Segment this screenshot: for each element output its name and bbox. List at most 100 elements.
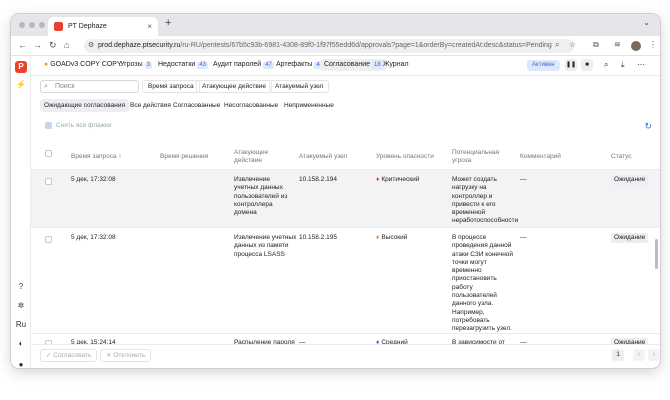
scrollbar[interactable] [655,239,658,269]
filter-toolbar: ⌕ Поиск Время запроса Атакующее действие… [31,76,660,116]
back-icon[interactable]: ← [18,40,27,50]
row-action: Извлечение учетных данных из памяти проц… [234,234,297,258]
sort-up-icon: ↑ [118,153,122,160]
extensions-icon[interactable]: ⧉ [593,40,599,50]
stop-button[interactable]: ■ [581,59,593,71]
select-all-checkbox[interactable] [45,122,52,129]
table-header: Время запроса ↑ Время решения Атакующее … [31,136,660,170]
severity-flame-icon: ♦ [376,234,380,241]
row-checkbox[interactable] [45,178,52,185]
action-footer: ✓ Согласовать ✕ Отклонить 1 ‹ › [31,344,660,366]
row-severity: ♦ Критический [376,176,420,183]
row-node: 10.158.2.194 [299,176,337,183]
col-action: Атакующее действие [234,149,269,164]
select-all-label[interactable]: Снять все флажки [56,116,111,136]
tab-approvals[interactable]: Согласование 18 [320,59,387,71]
row-checkbox[interactable] [45,236,52,243]
status-badge: Активен [527,60,560,71]
address-bar-row: ← → ↻ ⌂ ⚙ prod.dephaze.ptsecurity.ru/ru-… [11,36,660,56]
search-icon[interactable]: ⌕ [604,60,608,70]
favicon-icon [54,22,63,31]
page-number[interactable]: 1 [612,349,624,361]
filter-request-time[interactable]: Время запроса [142,80,200,93]
tab-threats[interactable]: Угрозы 3 [120,61,152,69]
status-tab-approved[interactable]: Согласованные [173,99,220,112]
download-icon[interactable]: ⤓ [621,60,625,70]
minimize-window-dot[interactable] [29,22,35,28]
tab-bar: PT Dephaze × + ⌄ [11,14,660,36]
severity-flame-icon: ♦ [376,176,380,183]
row-request-time: 5 дек, 17:32:08 [71,234,116,241]
browser-tab[interactable]: PT Dephaze × [48,17,158,36]
maximize-window-dot[interactable] [39,22,45,28]
row-severity: ♦ Высокий [376,234,408,241]
zoom-icon[interactable]: ⌕ [555,40,559,50]
row-status: Ожидание [611,233,649,243]
cast-icon[interactable]: ≋ [614,40,621,49]
close-window-dot[interactable] [19,22,25,28]
pause-button[interactable]: ❚❚ [565,59,577,71]
search-input[interactable]: ⌕ Поиск [40,80,139,93]
row-comment: — [520,234,527,241]
prev-page-icon[interactable]: ‹ [633,349,645,361]
row-threat: В процессе проведения данной атаки СЗИ к… [452,234,514,333]
header-checkbox[interactable] [45,150,52,157]
attack-icon[interactable]: ⚡ [11,80,31,89]
filter-attack-action[interactable]: Атакующее действие [196,80,273,93]
table-row[interactable]: 5 дек, 17:32:08 Извлечение учетных данны… [31,228,660,334]
site-info-icon[interactable]: ⚙ [88,39,94,53]
status-tab-all[interactable]: Все действия [130,99,171,112]
chevron-down-icon[interactable]: ⌄ [643,18,650,27]
url-field[interactable]: ⚙ prod.dephaze.ptsecurity.ru/ru-RU/pente… [84,39,574,53]
search-icon: ⌕ [44,83,48,90]
tab-artifacts[interactable]: Артефакты 4 [276,61,322,69]
url-host: prod.dephaze.ptsecurity.ru [98,42,181,49]
col-decision-time[interactable]: Время решения [160,153,208,161]
table-row[interactable]: 5 дек, 17:32:08 Извлечение учетных данны… [31,170,660,228]
search-placeholder: Поиск [55,83,75,90]
language-switch[interactable]: Ru [11,320,31,329]
select-all-row: Снять все флажки ↻ [31,116,660,136]
next-page-icon[interactable]: › [648,349,660,361]
status-tab-unapplied[interactable]: Непримененные [284,99,334,112]
row-status: Ожидание [611,175,649,185]
filter-attacked-node[interactable]: Атакуемый узел [269,80,330,93]
profile-avatar[interactable] [631,41,641,51]
tab-title: PT Dephaze [68,23,107,30]
bookmark-star-icon[interactable]: ☆ [569,40,576,49]
status-tab-pending[interactable]: Ожидающие согласования [40,99,129,112]
url-path: /ru-RU/pentests/67b5c93b-6981-4308-89f0-… [180,42,552,49]
refresh-icon[interactable]: ↻ [644,116,652,136]
app-sidebar: P ⚡ ? ✲ Ru ◐ ● [11,56,31,368]
row-action: Извлечение учетных данных пользователей … [234,176,288,217]
project-nav: ● GOADv3 COPY COPY Угрозы 3 Недостатки 43 … [31,56,660,76]
forward-icon[interactable]: → [33,40,42,50]
home-icon[interactable]: ⌂ [64,40,69,50]
col-request-time[interactable]: Время запроса ↑ [71,153,122,161]
status-tab-rejected[interactable]: Несогласованные [224,99,278,112]
app-logo[interactable]: P [15,61,27,73]
tab-weaknesses[interactable]: Недостатки 43 [158,61,209,69]
browser-menu-icon[interactable]: ⋮ [649,40,657,49]
browser-window: PT Dephaze × + ⌄ ← → ↻ ⌂ ⚙ prod.dephaze.… [11,14,660,368]
user-icon[interactable]: ● [11,360,31,368]
theme-icon[interactable]: ◐ [11,339,31,348]
reload-icon[interactable]: ↻ [49,40,57,51]
help-icon[interactable]: ? [11,282,31,291]
approve-button[interactable]: ✓ Согласовать [40,349,98,362]
row-threat: Может создать нагрузку на контроллер и п… [452,176,519,225]
col-comment: Комментарий [520,153,561,160]
close-tab-icon[interactable]: × [147,17,152,36]
project-title[interactable]: ● GOADv3 COPY COPY [44,61,122,68]
tab-password-audit[interactable]: Аудит паролей 47 [213,61,274,69]
col-severity: Уровень опасности [376,153,434,160]
more-icon[interactable]: ⋯ [637,60,645,69]
row-request-time: 5 дек, 17:32:08 [71,176,116,183]
settings-icon[interactable]: ✲ [11,301,31,310]
row-node: 10.158.2.195 [299,234,337,241]
row-comment: — [520,176,527,183]
col-node: Атакуемый узел [299,153,348,160]
reject-button[interactable]: ✕ Отклонить [100,349,152,362]
new-tab-button[interactable]: + [165,17,171,29]
tab-journal[interactable]: Журнал [383,61,409,68]
